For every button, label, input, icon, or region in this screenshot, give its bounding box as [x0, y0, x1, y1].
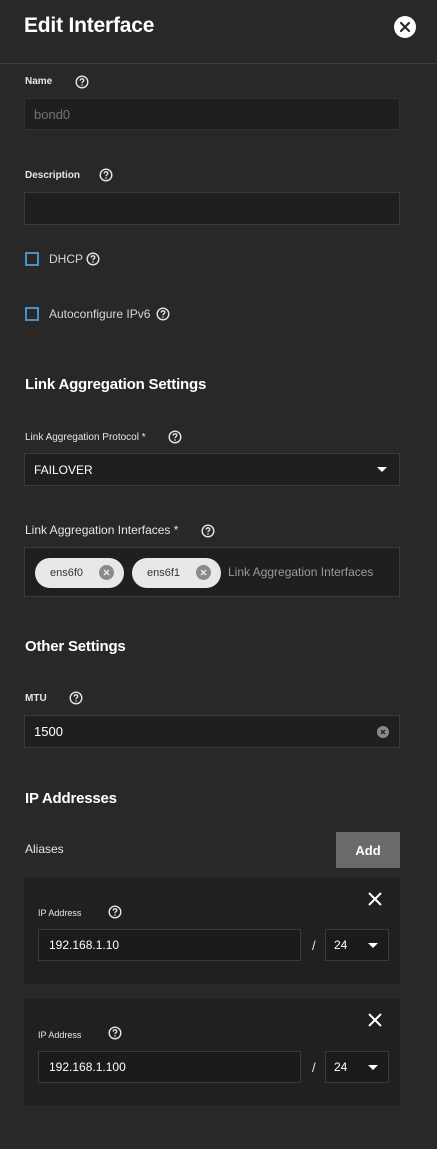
ip-addresses-section-title: IP Addresses [25, 790, 117, 807]
help-icon[interactable] [108, 1026, 122, 1040]
chevron-down-icon[interactable] [368, 943, 378, 948]
netmask-separator: / [312, 938, 316, 953]
help-icon[interactable] [168, 430, 182, 444]
chevron-down-icon[interactable] [368, 1065, 378, 1070]
help-icon[interactable] [201, 524, 215, 538]
autoconfigure-ipv6-label[interactable]: Autoconfigure IPv6 [49, 307, 150, 321]
interface-chip-label: ens6f0 [50, 567, 84, 579]
close-icon[interactable] [366, 1011, 384, 1029]
mtu-input[interactable]: 1500 [24, 715, 400, 748]
ip-address-label: IP Address [38, 908, 82, 918]
description-label: Description [25, 170, 81, 181]
lag-protocol-label: Link Aggregation Protocol * [25, 432, 146, 443]
chip-remove-icon[interactable] [99, 565, 114, 580]
description-input[interactable] [24, 192, 400, 225]
close-icon [399, 21, 411, 33]
mtu-value: 1500 [34, 724, 63, 739]
help-icon[interactable] [75, 75, 89, 89]
netmask-select[interactable]: 24 [325, 1051, 389, 1083]
dialog-title: Edit Interface [24, 14, 155, 37]
name-input[interactable]: bond0 [24, 98, 400, 130]
autoconfigure-ipv6-checkbox[interactable] [25, 307, 39, 321]
netmask-separator: / [312, 1060, 316, 1075]
alias-card: IP Address 192.168.1.100 / 24 [24, 999, 400, 1105]
lag-interfaces-label: Link Aggregation Interfaces * [25, 523, 179, 537]
close-button[interactable] [394, 16, 416, 38]
help-icon[interactable] [99, 168, 113, 182]
netmask-value: 24 [334, 1060, 348, 1074]
lag-interfaces-placeholder[interactable]: Link Aggregation Interfaces [228, 565, 373, 579]
link-aggregation-section-title: Link Aggregation Settings [25, 376, 207, 393]
dhcp-label[interactable]: DHCP [49, 252, 83, 266]
aliases-label: Aliases [25, 842, 64, 856]
ip-address-label: IP Address [38, 1030, 82, 1040]
ip-address-input[interactable]: 192.168.1.100 [38, 1051, 301, 1083]
lag-protocol-select[interactable]: FAILOVER [24, 453, 400, 486]
clear-icon[interactable] [377, 726, 389, 738]
mtu-label: MTU [25, 693, 47, 704]
netmask-select[interactable]: 24 [325, 929, 389, 961]
chip-remove-icon[interactable] [196, 565, 211, 580]
ip-address-input[interactable]: 192.168.1.10 [38, 929, 301, 961]
add-alias-button[interactable]: Add [336, 832, 400, 868]
name-label: Name [25, 76, 53, 87]
interface-chip[interactable]: ens6f1 [132, 558, 221, 588]
alias-card: IP Address 192.168.1.10 / 24 [24, 878, 400, 984]
dhcp-checkbox[interactable] [25, 252, 39, 266]
netmask-value: 24 [334, 938, 348, 952]
help-icon[interactable] [86, 252, 100, 266]
chevron-down-icon[interactable] [377, 467, 387, 472]
help-icon[interactable] [69, 691, 83, 705]
dialog-header: Edit Interface [0, 0, 437, 64]
other-settings-section-title: Other Settings [25, 638, 126, 655]
interface-chip-label: ens6f1 [147, 567, 181, 579]
help-icon[interactable] [156, 307, 170, 321]
lag-protocol-value: FAILOVER [34, 462, 93, 477]
lag-interfaces-chip-input[interactable]: ens6f0 ens6f1 Link Aggregation Interface… [24, 547, 400, 597]
help-icon[interactable] [108, 905, 122, 919]
close-icon[interactable] [366, 890, 384, 908]
interface-chip[interactable]: ens6f0 [35, 558, 124, 588]
